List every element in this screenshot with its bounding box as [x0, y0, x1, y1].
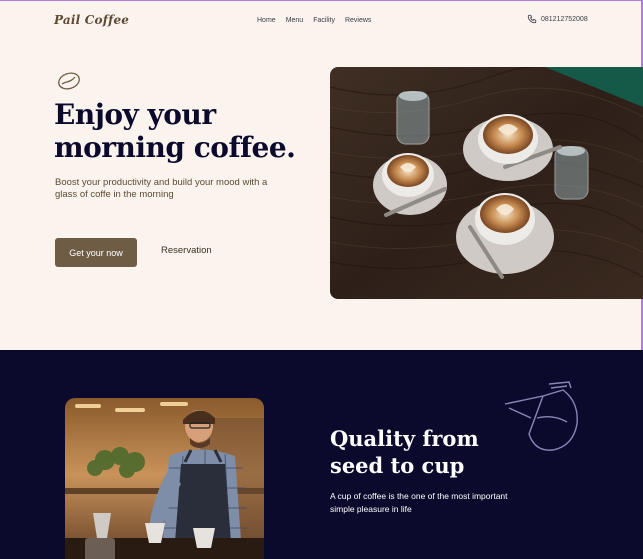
phone-number: 081212752008 — [541, 15, 588, 23]
quality-title: Quality from seed to cup — [330, 425, 479, 479]
main-nav: Home Menu Facility Reviews — [257, 17, 381, 24]
quality-text: A cup of coffee is the one of the most i… — [330, 491, 508, 514]
reservation-link[interactable]: Reservation — [161, 245, 212, 256]
hero-headline: Enjoy your morning coffee. — [54, 98, 296, 164]
get-yours-now-button[interactable]: Get your now — [55, 238, 137, 267]
logo[interactable]: Pail Coffee — [54, 13, 129, 27]
nav-menu[interactable]: Menu — [286, 17, 304, 24]
coffee-bean-icon — [58, 72, 80, 90]
hero-subtext: Boost your productivity and build your m… — [55, 177, 268, 200]
coffee-pot-icon — [504, 381, 578, 451]
hero-section: Pail Coffee Home Menu Facility Reviews 0… — [0, 0, 643, 350]
headline-line-1: Enjoy your — [54, 98, 216, 131]
quality-title-line-1: Quality from — [330, 426, 479, 451]
headline-line-2: morning coffee. — [54, 131, 296, 164]
hero-coffee-image — [330, 67, 643, 299]
nav-reviews[interactable]: Reviews — [345, 17, 371, 24]
nav-facility[interactable]: Facility — [313, 17, 335, 24]
phone-contact[interactable]: 081212752008 — [527, 14, 588, 24]
barista-image — [65, 398, 264, 559]
nav-home[interactable]: Home — [257, 17, 276, 24]
quality-title-line-2: seed to cup — [330, 453, 465, 478]
quality-section: Quality from seed to cup A cup of coffee… — [0, 350, 643, 559]
phone-icon — [527, 14, 537, 24]
